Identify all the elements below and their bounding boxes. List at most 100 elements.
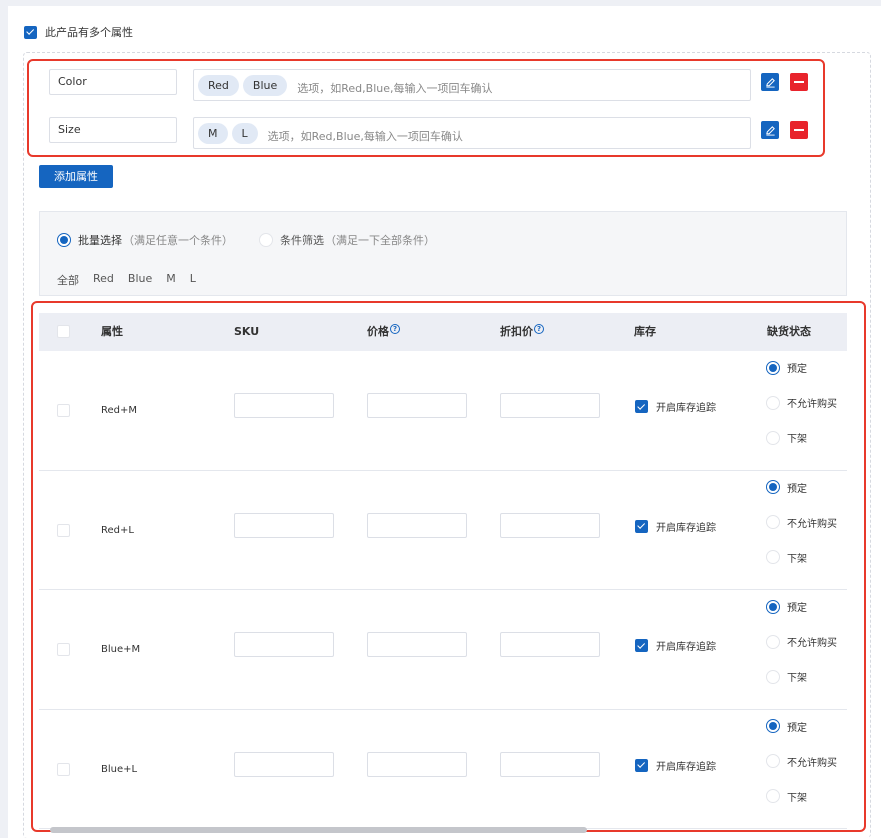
status-radio[interactable] [766, 550, 780, 564]
stock-tracking-toggle[interactable]: 开启库存追踪 [635, 519, 716, 534]
attribute-value-tag[interactable]: M [198, 122, 228, 144]
multi-attribute-checkbox[interactable] [24, 25, 37, 39]
attribute-value-tag[interactable]: L [231, 122, 258, 144]
status-label: 预定 [787, 483, 807, 495]
sku-input[interactable] [234, 751, 334, 777]
filter-option[interactable]: Blue [128, 272, 152, 288]
status-label: 下架 [787, 792, 807, 804]
status-option[interactable]: 下架 [766, 550, 807, 565]
status-option[interactable]: 预定 [766, 719, 807, 734]
status-option[interactable]: 下架 [766, 669, 807, 684]
status-radio[interactable] [766, 669, 780, 684]
stock-tracking-checkbox[interactable] [635, 519, 648, 533]
price-input[interactable] [367, 393, 467, 418]
row-attribute: Blue+L [101, 763, 138, 775]
status-option[interactable]: 预定 [766, 360, 807, 375]
status-radio[interactable] [766, 719, 780, 733]
status-option[interactable]: 预定 [766, 599, 807, 614]
stock-tracking-toggle[interactable]: 开启库存追踪 [635, 758, 716, 773]
status-radio[interactable] [766, 395, 780, 410]
delete-attribute-button[interactable] [790, 121, 808, 139]
attribute-name-input[interactable]: Size [49, 117, 177, 143]
select-all-checkbox[interactable] [57, 325, 70, 338]
status-label: 预定 [787, 722, 807, 734]
add-attribute-button[interactable]: 添加属性 [39, 165, 113, 188]
row-select-checkbox[interactable] [57, 643, 70, 656]
header-attribute: 属性 [101, 325, 123, 338]
attribute-value-tag[interactable]: Blue [242, 74, 288, 96]
table-row: Blue+M 开启库存追踪 预定 不允许购买 下架 [39, 590, 847, 710]
status-radio[interactable] [766, 515, 780, 529]
stock-tracking-toggle[interactable]: 开启库存追踪 [635, 638, 716, 653]
price-input[interactable] [367, 632, 467, 657]
status-option[interactable]: 下架 [766, 789, 807, 804]
discount-price-input[interactable] [500, 632, 600, 657]
stock-tracking-label: 开启库存追踪 [656, 403, 716, 414]
status-label: 预定 [787, 364, 807, 375]
header-price-label: 价格 [367, 325, 389, 338]
attribute-values-placeholder: 选项，如Red,Blue,每输入一项回车确认 [267, 130, 463, 143]
table-row: Red+M 开启库存追踪 预定 不允许购买 下架 [39, 351, 847, 471]
sku-input[interactable] [234, 512, 334, 538]
status-radio[interactable] [766, 480, 780, 494]
filter-option[interactable]: M [166, 272, 176, 288]
row-attribute: Red+M [101, 405, 138, 416]
filter-mode-label: 条件筛选 [280, 234, 324, 247]
pencil-icon [765, 125, 775, 136]
price-input[interactable] [367, 512, 467, 538]
discount-help-icon[interactable]: ? [534, 324, 544, 334]
status-option[interactable]: 预定 [766, 480, 807, 495]
variants-table: 属性 SKU 价格? 折扣价? 库存 缺货状态 Red+M 开启库存追踪 预定 … [39, 313, 847, 833]
row-select-checkbox[interactable] [57, 523, 70, 537]
edit-attribute-button[interactable] [761, 121, 779, 139]
status-radio[interactable] [766, 599, 780, 614]
row-select-checkbox[interactable] [57, 404, 70, 417]
attribute-name-input[interactable]: Color [49, 69, 177, 95]
status-radio[interactable] [766, 789, 780, 803]
filter-mode-label: 批量选择 [78, 234, 122, 247]
filter-mode-batch-radio[interactable] [57, 233, 71, 247]
stock-tracking-toggle[interactable]: 开启库存追踪 [635, 399, 716, 414]
status-option[interactable]: 下架 [766, 430, 807, 445]
filter-mode-condition-radio[interactable] [259, 233, 273, 247]
filter-option[interactable]: L [190, 272, 196, 288]
status-radio[interactable] [766, 754, 780, 768]
header-price: 价格? [367, 313, 400, 351]
price-input[interactable] [367, 751, 467, 777]
stock-tracking-label: 开启库存追踪 [656, 761, 716, 773]
sku-input[interactable] [234, 632, 334, 657]
status-radio[interactable] [766, 634, 780, 649]
header-stock: 库存 [634, 325, 656, 338]
table-row: Blue+L 开启库存追踪 预定 不允许购买 下架 [39, 710, 847, 829]
table-row: Red+L 开启库存追踪 预定 不允许购买 下架 [39, 471, 847, 590]
status-option[interactable]: 不允许购买 [766, 395, 837, 410]
discount-price-input[interactable] [500, 393, 600, 418]
filter-option-all[interactable]: 全部 [57, 272, 79, 288]
attribute-value-tag[interactable]: Red [198, 74, 239, 96]
row-attribute: Blue+M [101, 644, 141, 655]
filter-mode-condition[interactable]: 条件筛选 （满足一下全部条件） [259, 232, 435, 248]
status-option[interactable]: 不允许购买 [766, 754, 837, 769]
status-option[interactable]: 不允许购买 [766, 634, 837, 649]
horizontal-scrollbar[interactable] [50, 827, 587, 833]
attribute-values-input[interactable]: M L 选项，如Red,Blue,每输入一项回车确认 [193, 117, 751, 149]
stock-tracking-checkbox[interactable] [635, 400, 648, 413]
attribute-values-placeholder: 选项，如Red,Blue,每输入一项回车确认 [297, 82, 493, 95]
header-discount: 折扣价? [500, 313, 544, 351]
stock-tracking-checkbox[interactable] [635, 758, 648, 772]
multi-attribute-toggle[interactable]: 此产品有多个属性 [24, 24, 133, 40]
row-select-checkbox[interactable] [57, 762, 70, 776]
status-option[interactable]: 不允许购买 [766, 515, 837, 530]
status-radio[interactable] [766, 360, 780, 375]
status-radio[interactable] [766, 430, 780, 445]
edit-attribute-button[interactable] [761, 73, 779, 91]
delete-attribute-button[interactable] [790, 73, 808, 91]
sku-input[interactable] [234, 393, 334, 418]
filter-option[interactable]: Red [93, 272, 114, 288]
filter-mode-batch[interactable]: 批量选择 （满足任意一个条件） [57, 232, 233, 248]
discount-price-input[interactable] [500, 512, 600, 538]
price-help-icon[interactable]: ? [390, 324, 400, 334]
stock-tracking-checkbox[interactable] [635, 639, 648, 652]
attribute-values-input[interactable]: Red Blue 选项，如Red,Blue,每输入一项回车确认 [193, 69, 751, 101]
discount-price-input[interactable] [500, 751, 600, 777]
